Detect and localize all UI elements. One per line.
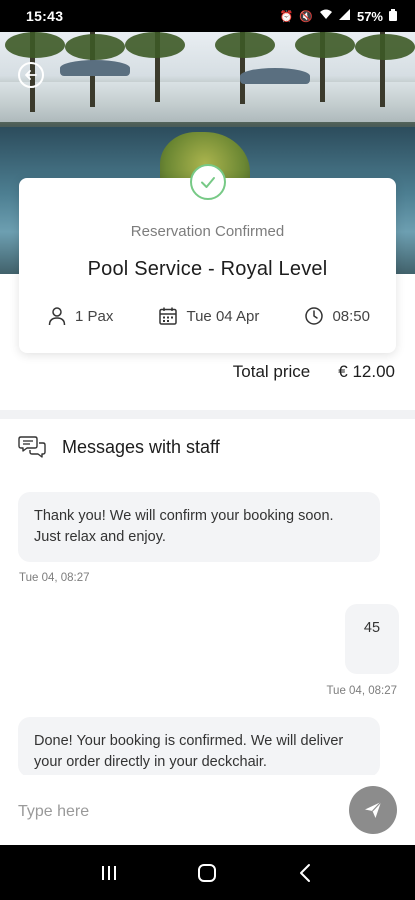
palm-leaves [215,32,275,58]
clock-icon [305,307,324,325]
palm-leaves [65,34,125,60]
battery-level: 57% [356,8,383,24]
palm-leaves [5,32,65,58]
parasol [240,68,310,84]
message-bubble-staff: Done! Your booking is confirmed. We will… [18,717,380,777]
pax-count: 1 Pax [75,307,114,325]
back-icon [299,863,310,882]
reservation-card: Reservation Confirmed Pool Service - Roy… [19,164,396,353]
send-button[interactable] [349,786,397,834]
total-price-label: Total price [232,362,311,381]
chat-bubbles-icon [18,436,46,458]
date-info: Tue 04 Apr [158,306,259,326]
palm-leaves [295,32,355,58]
calendar-icon [159,307,178,325]
recent-apps-button[interactable] [89,853,129,893]
system-nav-bar [0,845,415,900]
message-timestamp: Tue 04, 08:27 [326,685,397,697]
battery-icon [389,8,397,24]
check-icon [189,164,226,200]
reservation-status: Reservation Confirmed [130,223,285,240]
back-arrow-icon [25,70,37,80]
status-time: 15:43 [26,8,64,24]
status-bar: 15:43 ⏰ 🔇 57% [0,0,415,32]
home-button[interactable] [187,853,227,893]
time-info: 08:50 [304,306,370,326]
message-bubble-user: 45 [345,604,399,674]
reservation-screen: 15:43 ⏰ 🔇 57% Reservation Confirmed Pool… [0,0,415,900]
send-icon [365,801,382,818]
message-composer [0,779,415,845]
message-bubble-staff: Thank you! We will confirm your booking … [18,492,380,562]
message-input[interactable] [18,797,328,827]
signal-icon [338,9,351,23]
total-price-value: € 12.00 [338,362,395,381]
person-icon [48,307,66,326]
reservation-date: Tue 04 Apr [186,307,260,325]
reservation-time: 08:50 [332,307,370,325]
messages-header-label: Messages with staff [62,436,220,457]
system-back-button[interactable] [286,853,326,893]
sea-background [0,82,415,122]
palm-leaves [355,34,415,60]
reservation-details: 1 Pax Tue 04 Apr 08:50 [19,306,396,326]
reservation-title: Pool Service - Royal Level [87,258,328,280]
recent-apps-icon [102,865,117,880]
pax-info: 1 Pax [47,306,113,326]
total-price-row: Total price € 12.00 [233,362,395,382]
home-icon [198,863,217,882]
mute-icon: 🔇 [299,10,313,23]
status-icons: ⏰ 🔇 57% [279,8,397,24]
section-divider [0,410,415,419]
alarm-icon: ⏰ [279,10,294,23]
palm-leaves [125,32,185,58]
message-timestamp: Tue 04, 08:27 [19,572,90,584]
messages-header: Messages with staff [18,433,220,461]
wifi-icon [319,9,333,23]
parasol [60,60,130,76]
back-button[interactable] [18,62,44,88]
